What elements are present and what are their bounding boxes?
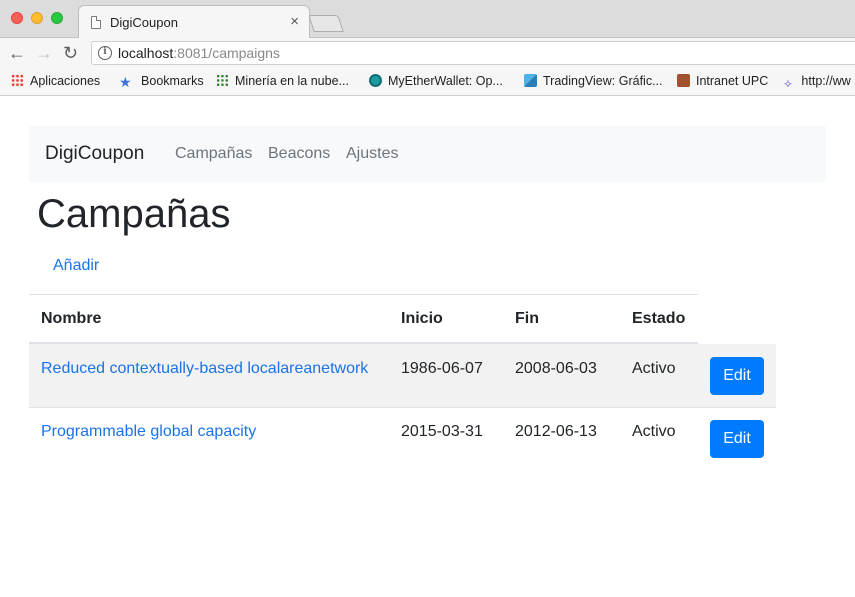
new-tab-button[interactable] — [308, 15, 344, 32]
campaign-end: 2008-06-03 — [515, 360, 597, 377]
zoom-window-button[interactable] — [51, 12, 63, 24]
column-header-estado: Estado — [632, 310, 686, 327]
browser-tab[interactable]: DigiCoupon × — [78, 5, 310, 39]
campaign-end: 2012-06-13 — [515, 423, 597, 440]
bookmark-label: Minería en la nube... — [235, 74, 349, 88]
edit-button[interactable]: Edit — [710, 420, 764, 458]
campaign-name-link[interactable]: Reduced contextually-based localareanetw… — [41, 360, 368, 378]
bookmark-label: http://ww — [801, 74, 851, 88]
bookmark-myetherwallet[interactable]: MyEtherWallet: Op... — [369, 74, 503, 88]
column-header-inicio: Inicio — [401, 310, 443, 327]
table-top-border — [29, 294, 698, 295]
ether-icon — [369, 74, 382, 87]
add-campaign-link[interactable]: Añadir — [53, 257, 99, 275]
bookmark-bookmarks[interactable]: ★ Bookmarks — [119, 74, 204, 91]
bookmark-label: Aplicaciones — [30, 74, 101, 88]
bookmark-aplicaciones[interactable]: Aplicaciones — [11, 74, 100, 88]
bookmark-label: TradingView: Gráfic... — [543, 74, 663, 88]
app-navbar: DigiCoupon Campañas Beacons Ajustes — [29, 126, 826, 182]
bookmark-label: MyEtherWallet: Op... — [388, 74, 503, 88]
page-icon — [91, 16, 101, 29]
info-icon[interactable]: i — [98, 46, 112, 60]
column-header-fin: Fin — [515, 310, 539, 327]
forward-arrow-icon[interactable]: → — [35, 43, 53, 63]
minimize-window-button[interactable] — [31, 12, 43, 24]
browser-toolbar: ← → ↻ i localhost:8081/campaigns — [0, 38, 855, 70]
back-arrow-icon[interactable]: ← — [8, 43, 26, 63]
tab-close-icon[interactable]: × — [290, 13, 299, 30]
close-window-button[interactable] — [11, 12, 23, 24]
edit-button[interactable]: Edit — [710, 357, 764, 395]
star-icon: ★ — [119, 74, 132, 90]
url-text[interactable]: localhost:8081/campaigns — [118, 45, 280, 61]
campaign-start: 2015-03-31 — [401, 423, 483, 440]
navbar-brand[interactable]: DigiCoupon — [45, 143, 144, 165]
bookmark-tradingview[interactable]: TradingView: Gráfic... — [524, 74, 663, 88]
grid-icon — [216, 74, 229, 87]
column-header-nombre: Nombre — [41, 310, 102, 327]
nav-link-ajustes[interactable]: Ajustes — [346, 145, 398, 163]
bookmarks-bar: Aplicaciones ★ Bookmarks Minería en la n… — [0, 70, 855, 96]
tab-title: DigiCoupon — [110, 15, 178, 30]
apps-grid-icon — [11, 74, 24, 87]
bookmark-http[interactable]: ⟡ http://ww — [784, 74, 851, 91]
nav-link-beacons[interactable]: Beacons — [268, 145, 330, 163]
url-path: :8081/campaigns — [173, 45, 280, 61]
link-icon: ⟡ — [784, 76, 792, 90]
avatar-icon — [677, 74, 690, 87]
campaign-name-link[interactable]: Programmable global capacity — [41, 423, 256, 441]
browser-titlebar: DigiCoupon × — [0, 0, 855, 39]
reload-icon[interactable]: ↻ — [63, 43, 78, 63]
nav-link-campanas[interactable]: Campañas — [175, 145, 252, 163]
bookmark-intranet-upc[interactable]: Intranet UPC — [677, 74, 768, 88]
url-host: localhost — [118, 45, 174, 61]
campaign-status: Activo — [632, 423, 676, 440]
bookmark-mineria[interactable]: Minería en la nube... — [216, 74, 349, 88]
campaign-status: Activo — [632, 360, 676, 377]
campaign-start: 1986-06-07 — [401, 360, 483, 377]
bookmark-label: Intranet UPC — [696, 74, 769, 88]
tradingview-icon — [524, 74, 537, 87]
address-bar[interactable]: i localhost:8081/campaigns — [91, 41, 855, 65]
page-title: Campañas — [37, 192, 231, 236]
bookmark-label: Bookmarks — [141, 74, 204, 88]
